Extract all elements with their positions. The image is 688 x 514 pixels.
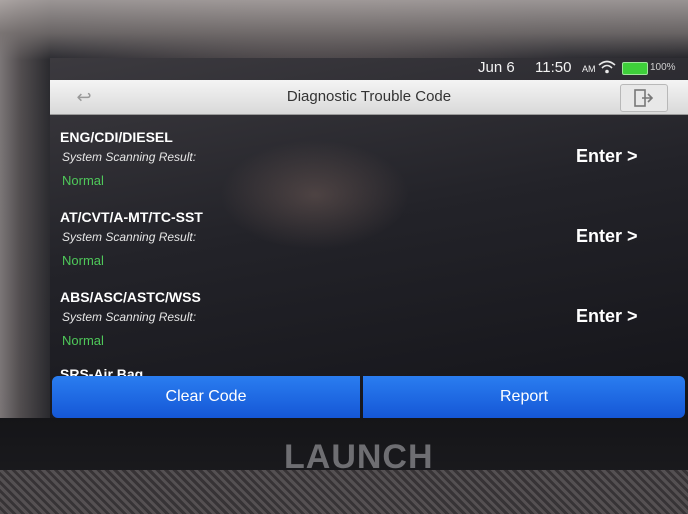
system-name: AT/CVT/A-MT/TC-SST [60,209,203,225]
system-name: ENG/CDI/DIESEL [60,129,173,145]
status-bar: Jun 6 11:50 AM 100% [50,58,688,80]
system-item-srs[interactable]: SRS-Air Bag [60,366,143,376]
exit-icon [634,89,654,107]
scan-result-label: System Scanning Result: [62,150,197,164]
exit-button[interactable] [620,84,668,112]
system-list: ENG/CDI/DIESEL System Scanning Result: N… [50,124,688,376]
enter-button[interactable]: Enter > [576,146,638,167]
scan-result-value: Normal [62,173,104,188]
scan-result-value: Normal [62,253,104,268]
clear-code-button[interactable]: Clear Code [52,376,360,418]
device-grip-strip [0,470,688,514]
scan-result-label: System Scanning Result: [62,230,197,244]
wifi-icon [598,59,616,75]
system-item-abs: ABS/ASC/ASTC/WSS System Scanning Result:… [50,284,688,364]
status-time: 11:50 [535,59,572,76]
page-title: Diagnostic Trouble Code [286,88,452,105]
enter-button[interactable]: Enter > [576,306,638,327]
battery-level: 100% [650,62,676,73]
battery-icon [622,62,648,75]
action-bar: Clear Code Report [50,376,688,418]
title-bar: ↩ Diagnostic Trouble Code [50,80,688,115]
status-ampm: AM [582,64,596,74]
device-bezel-top [0,0,688,60]
system-name: ABS/ASC/ASTC/WSS [60,289,201,305]
enter-button[interactable]: Enter > [576,226,638,247]
scan-result-label: System Scanning Result: [62,310,197,324]
report-button[interactable]: Report [363,376,685,418]
status-date: Jun 6 [478,59,515,76]
scan-result-value: Normal [62,333,104,348]
system-item-at: AT/CVT/A-MT/TC-SST System Scanning Resul… [50,204,688,284]
system-item-eng: ENG/CDI/DIESEL System Scanning Result: N… [50,124,688,204]
